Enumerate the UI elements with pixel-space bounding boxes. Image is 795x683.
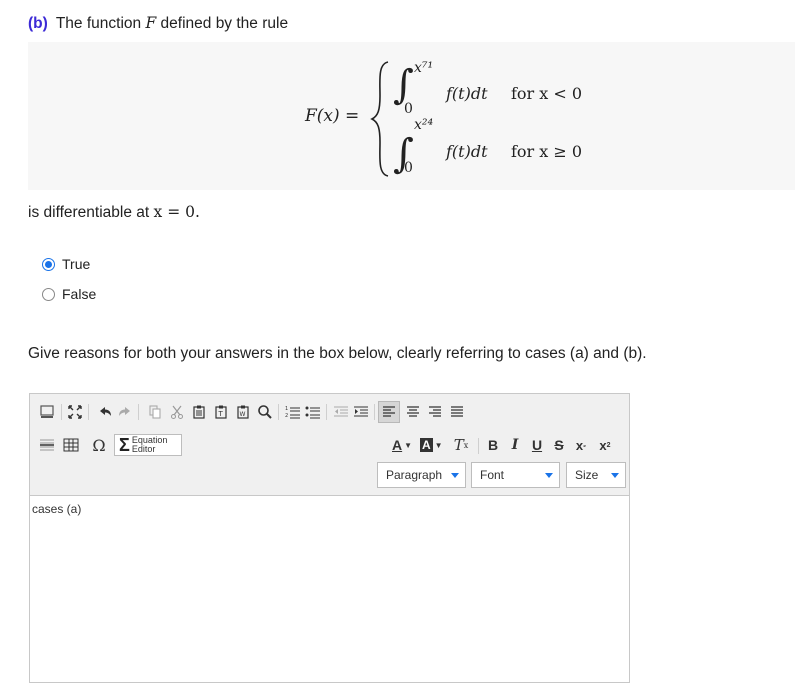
cut-icon[interactable] xyxy=(168,403,186,421)
bold-icon[interactable]: B xyxy=(484,436,502,454)
editor-content-area[interactable]: cases (a) xyxy=(30,496,629,682)
svg-text:T: T xyxy=(218,410,224,418)
paste-icon[interactable] xyxy=(190,403,208,421)
paragraph-dropdown-label: Paragraph xyxy=(386,468,443,482)
upper-limit-1: x⁷¹ xyxy=(414,60,434,76)
lower-limit-2: 0 xyxy=(404,160,413,176)
subscript-icon[interactable]: x₂ xyxy=(572,436,590,454)
sigma-icon: Σ xyxy=(119,434,130,455)
option-true-label: True xyxy=(62,256,91,272)
svg-text:2: 2 xyxy=(285,413,288,419)
outdent-icon[interactable] xyxy=(332,403,350,421)
integrand-1: f(t)dt xyxy=(446,84,488,103)
formula-lhs: F(x) = xyxy=(305,106,360,126)
clear-formatting-icon[interactable]: Tx xyxy=(452,436,470,454)
paragraph-dropdown[interactable]: Paragraph xyxy=(377,462,466,488)
function-name: F xyxy=(145,14,157,32)
question-header: (b) The function F defined by the rule xyxy=(28,14,288,33)
align-justify-icon[interactable] xyxy=(448,403,466,421)
left-brace xyxy=(370,61,389,177)
header-text: The function xyxy=(55,15,142,32)
omega-icon[interactable]: Ω xyxy=(90,436,108,455)
editor-toolbar: T W 12 Ω Σ Equation Editor A ▼ A ▼ T x B… xyxy=(30,394,629,496)
svg-text:1: 1 xyxy=(285,406,288,412)
align-left-icon[interactable] xyxy=(378,401,400,423)
text-color-button[interactable]: A ▼ xyxy=(392,436,412,454)
toolbar-toggle-icon[interactable] xyxy=(38,403,56,421)
lower-limit-1: 0 xyxy=(404,101,413,117)
statement-math: x = 0. xyxy=(153,203,200,221)
option-false-label: False xyxy=(62,286,97,302)
header-tail: defined by the rule xyxy=(160,15,289,32)
table-icon[interactable] xyxy=(62,436,80,454)
chevron-down-icon xyxy=(451,473,459,478)
chevron-down-icon xyxy=(545,473,553,478)
superscript-icon[interactable]: x2 xyxy=(596,436,614,454)
font-dropdown[interactable]: Font xyxy=(471,462,560,488)
svg-text:W: W xyxy=(240,411,246,418)
option-true[interactable]: True xyxy=(42,256,90,272)
indent-icon[interactable] xyxy=(352,403,370,421)
rich-text-editor: T W 12 Ω Σ Equation Editor A ▼ A ▼ T x B… xyxy=(29,393,630,683)
size-dropdown[interactable]: Size xyxy=(566,462,626,488)
bulleted-list-icon[interactable] xyxy=(304,403,322,421)
underline-icon[interactable]: U xyxy=(528,436,546,454)
size-dropdown-label: Size xyxy=(575,468,599,482)
font-dropdown-label: Font xyxy=(480,468,505,482)
equation-editor-button[interactable]: Σ Equation Editor xyxy=(114,434,182,456)
option-false[interactable]: False xyxy=(42,286,96,302)
upper-limit-2: x²⁴ xyxy=(414,117,434,133)
part-label: (b) xyxy=(28,15,48,32)
reasons-prompt: Give reasons for both your answers in th… xyxy=(28,345,647,362)
radio-false[interactable] xyxy=(42,287,55,301)
horizontal-rule-icon[interactable] xyxy=(38,436,56,454)
align-right-icon[interactable] xyxy=(426,403,444,421)
copy-icon[interactable] xyxy=(146,403,164,421)
statement-prefix: is differentiable at xyxy=(28,204,150,221)
radio-true[interactable] xyxy=(42,257,55,271)
chevron-down-icon xyxy=(611,473,619,478)
search-icon[interactable] xyxy=(256,403,274,421)
undo-icon[interactable] xyxy=(96,403,114,421)
background-color-button[interactable]: A ▼ xyxy=(420,436,443,454)
italic-icon[interactable]: I xyxy=(506,436,524,454)
fullscreen-icon[interactable] xyxy=(66,403,84,421)
equation-editor-label: Equation Editor xyxy=(131,435,168,454)
condition-2: for x ≥ 0 xyxy=(511,142,583,161)
integrand-2: f(t)dt xyxy=(446,142,488,161)
editor-content-text[interactable]: cases (a) xyxy=(32,502,81,516)
paste-text-icon[interactable]: T xyxy=(212,403,230,421)
statement-text: is differentiable at x = 0. xyxy=(28,203,200,222)
strikethrough-icon[interactable]: S xyxy=(550,436,568,454)
numbered-list-icon[interactable]: 12 xyxy=(284,403,302,421)
align-center-icon[interactable] xyxy=(404,403,422,421)
redo-icon[interactable] xyxy=(116,403,134,421)
paste-word-icon[interactable]: W xyxy=(234,403,252,421)
condition-1: for x < 0 xyxy=(511,84,583,103)
